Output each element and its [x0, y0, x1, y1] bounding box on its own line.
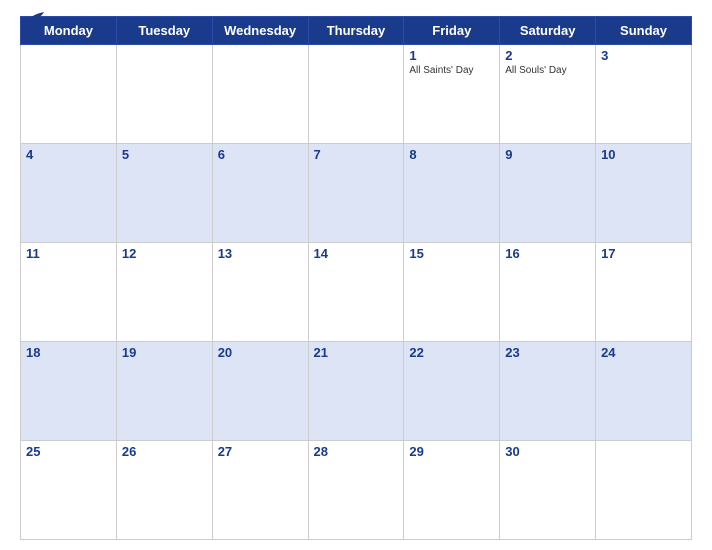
day-number: 22	[409, 345, 494, 360]
calendar-cell: 25	[21, 441, 117, 540]
calendar-table: MondayTuesdayWednesdayThursdayFridaySatu…	[20, 16, 692, 540]
calendar-week-row: 18 19 20 21 22 23 24	[21, 342, 692, 441]
calendar-cell: 23	[500, 342, 596, 441]
weekday-header-cell: Thursday	[308, 17, 404, 45]
calendar-week-row: 25 26 27 28 29 30	[21, 441, 692, 540]
day-number: 15	[409, 246, 494, 261]
calendar-cell: 10	[596, 144, 692, 243]
calendar-cell: 29	[404, 441, 500, 540]
calendar-cell: 19	[116, 342, 212, 441]
calendar-week-row: 456789 10	[21, 144, 692, 243]
weekday-header-row: MondayTuesdayWednesdayThursdayFridaySatu…	[21, 17, 692, 45]
day-number: 9	[505, 147, 590, 162]
day-number: 24	[601, 345, 686, 360]
day-number: 23	[505, 345, 590, 360]
holiday-label: All Souls' Day	[505, 65, 590, 76]
calendar-cell: 27	[212, 441, 308, 540]
day-number: 14	[314, 246, 399, 261]
calendar-cell	[596, 441, 692, 540]
day-number: 29	[409, 444, 494, 459]
calendar-cell: 21	[308, 342, 404, 441]
calendar-cell: 11	[21, 243, 117, 342]
weekday-header-cell: Tuesday	[116, 17, 212, 45]
calendar-cell: 13	[212, 243, 308, 342]
holiday-label: All Saints' Day	[409, 65, 494, 76]
calendar-cell	[212, 45, 308, 144]
calendar-cell: 7	[308, 144, 404, 243]
calendar-cell: 15	[404, 243, 500, 342]
day-number: 13	[218, 246, 303, 261]
calendar-cell	[21, 45, 117, 144]
calendar-cell: 4	[21, 144, 117, 243]
calendar-cell: 26	[116, 441, 212, 540]
calendar-cell: 30	[500, 441, 596, 540]
calendar-cell: 2 All Souls' Day	[500, 45, 596, 144]
day-number: 17	[601, 246, 686, 261]
weekday-header-cell: Wednesday	[212, 17, 308, 45]
logo	[20, 10, 46, 26]
calendar-cell: 9	[500, 144, 596, 243]
day-number: 3	[601, 48, 686, 63]
calendar-cell: 8	[404, 144, 500, 243]
day-number: 16	[505, 246, 590, 261]
calendar-cell: 28	[308, 441, 404, 540]
calendar-cell: 16	[500, 243, 596, 342]
day-number: 10	[601, 147, 686, 162]
day-number: 20	[218, 345, 303, 360]
calendar-cell: 22	[404, 342, 500, 441]
calendar-week-row: 11 12 13 14 15 16 17	[21, 243, 692, 342]
day-number: 26	[122, 444, 207, 459]
calendar-cell	[116, 45, 212, 144]
weekday-header-cell: Friday	[404, 17, 500, 45]
calendar-cell: 5	[116, 144, 212, 243]
calendar-cell: 3	[596, 45, 692, 144]
day-number: 18	[26, 345, 111, 360]
logo-bird-icon	[24, 10, 46, 26]
calendar-cell: 24	[596, 342, 692, 441]
calendar-cell: 12	[116, 243, 212, 342]
calendar-cell: 14	[308, 243, 404, 342]
day-number: 25	[26, 444, 111, 459]
day-number: 28	[314, 444, 399, 459]
day-number: 11	[26, 246, 111, 261]
weekday-header-cell: Sunday	[596, 17, 692, 45]
day-number: 8	[409, 147, 494, 162]
calendar-cell: 6	[212, 144, 308, 243]
day-number: 6	[218, 147, 303, 162]
day-number: 5	[122, 147, 207, 162]
day-number: 1	[409, 48, 494, 63]
calendar-cell: 18	[21, 342, 117, 441]
day-number: 2	[505, 48, 590, 63]
calendar-cell	[308, 45, 404, 144]
day-number: 19	[122, 345, 207, 360]
day-number: 21	[314, 345, 399, 360]
day-number: 4	[26, 147, 111, 162]
calendar-week-row: 1 All Saints' Day 2 All Souls' Day 3	[21, 45, 692, 144]
calendar-cell: 17	[596, 243, 692, 342]
calendar-cell: 1 All Saints' Day	[404, 45, 500, 144]
weekday-header-cell: Saturday	[500, 17, 596, 45]
day-number: 27	[218, 444, 303, 459]
day-number: 7	[314, 147, 399, 162]
day-number: 30	[505, 444, 590, 459]
day-number: 12	[122, 246, 207, 261]
calendar-cell: 20	[212, 342, 308, 441]
